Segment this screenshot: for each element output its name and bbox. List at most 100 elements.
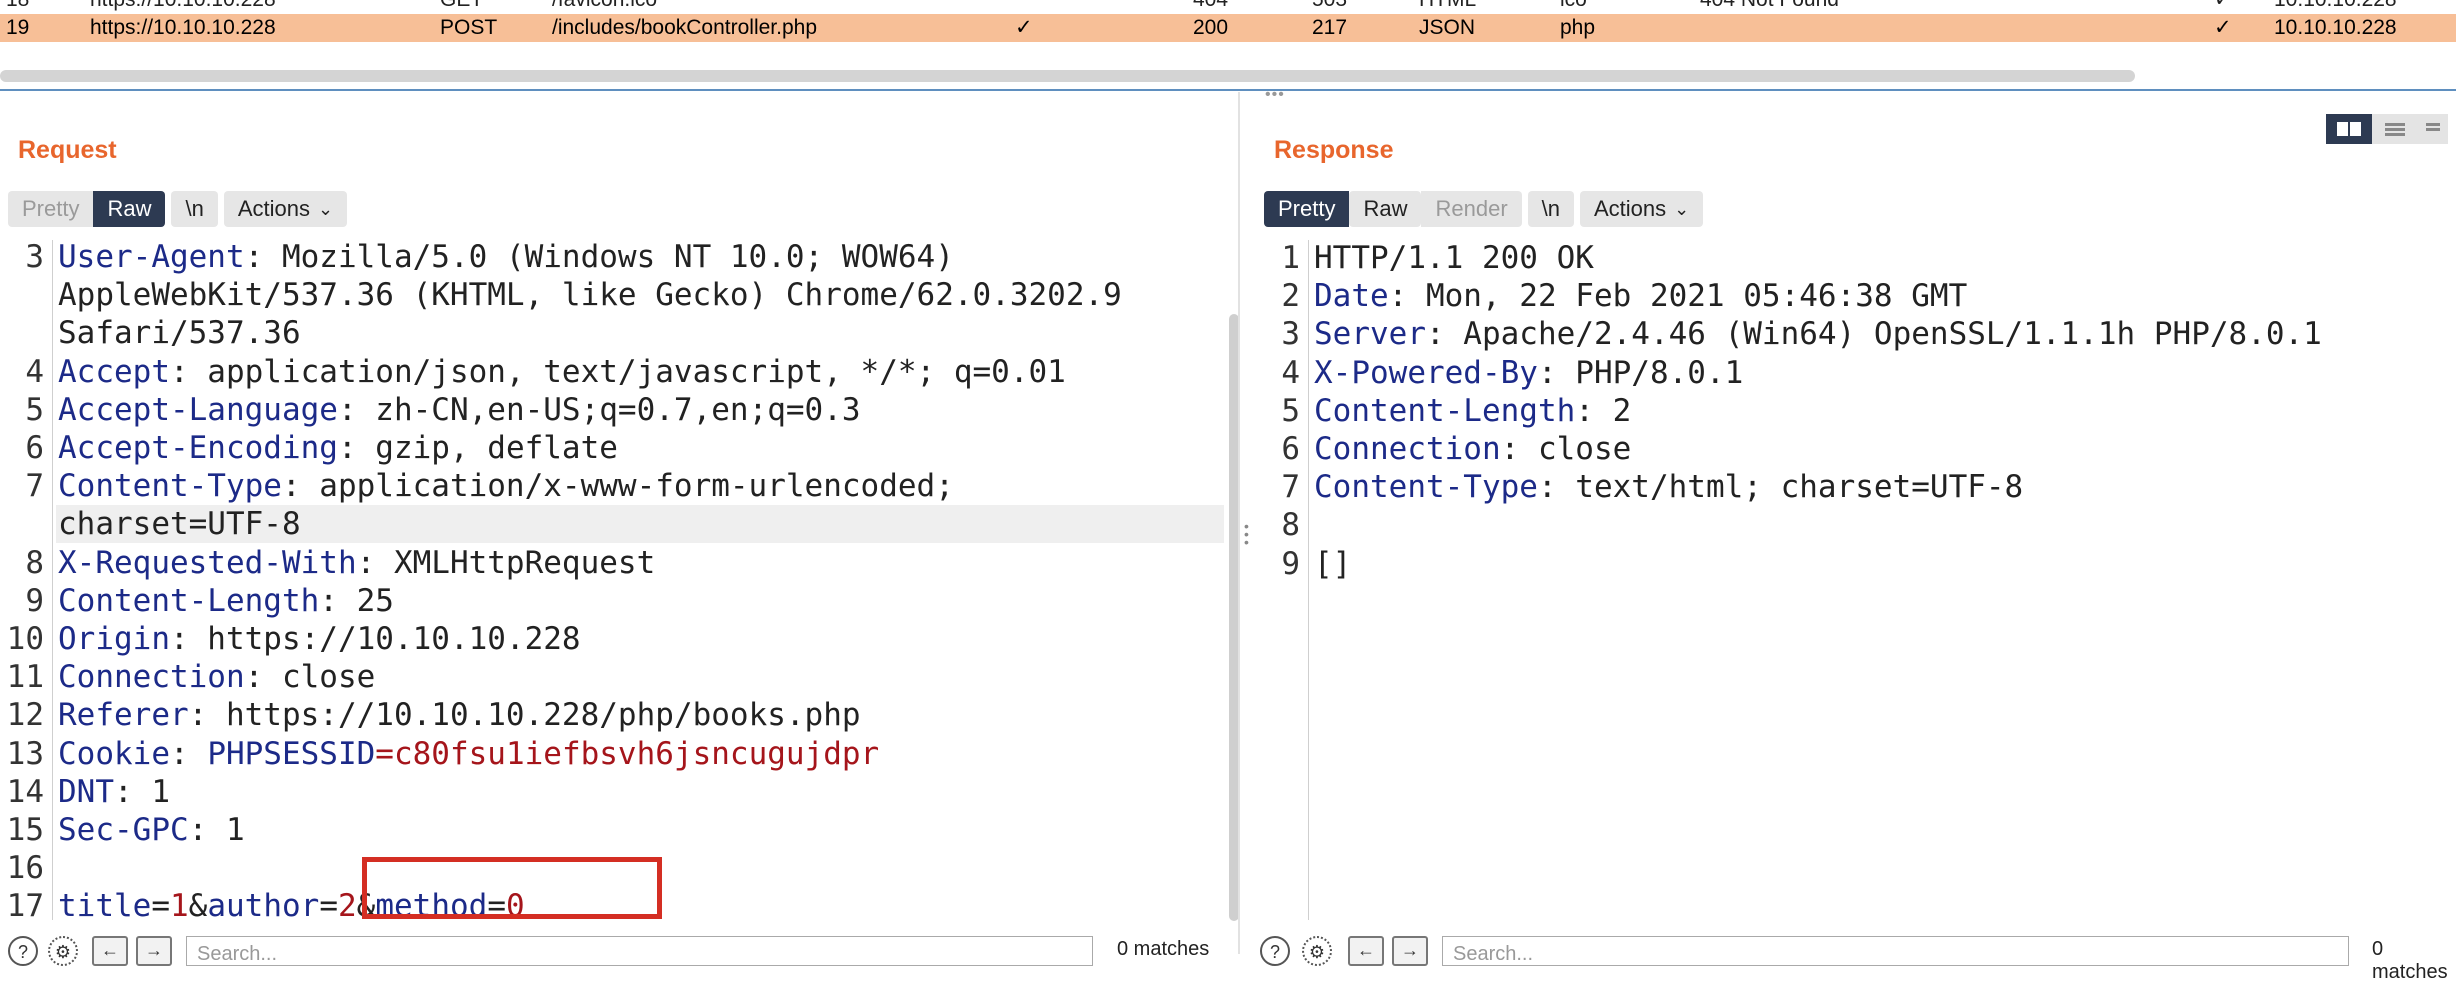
header-name: Origin [58,621,170,657]
request-title: Request [18,136,117,164]
header-value: : zh-CN,en-US;q=0.7,en;q=0.3 [337,392,861,428]
line-number: 3 [25,239,44,275]
row-length: 503 [1312,0,1347,14]
line-number: 16 [6,850,44,886]
response-search-input[interactable]: Search... [1442,936,2349,966]
request-search-input[interactable]: Search... [186,936,1093,966]
pane-divider[interactable] [1238,92,1240,954]
code-line: Accept-Language: zh-CN,en-US;q=0.7,en;q=… [58,391,861,429]
tab-render[interactable]: Render [1421,191,1522,227]
line-number: 13 [6,736,44,772]
row-number: 18 [6,0,29,14]
header-value: : 1 [188,812,245,848]
code-line: Sec-GPC: 1 [58,811,245,849]
code-line: Content-Type: text/html; charset=UTF-8 [1314,468,2023,506]
row-status: 404 [1193,0,1228,14]
actions-label: Actions [237,196,310,221]
header-name: Server [1314,316,1426,352]
back-arrow-icon[interactable]: ← [92,936,128,966]
row-tls: ✓ [2214,16,2232,39]
code-line: Content-Length: 25 [58,582,394,620]
line-number-gutter [1308,240,1309,920]
gear-icon[interactable]: ⚙ [48,936,78,966]
header-name: X-Powered-By [1314,355,1538,391]
side-by-side-layout-icon[interactable] [2326,114,2372,144]
line-number: 2 [1281,278,1300,314]
line-number: 7 [25,468,44,504]
code-line: Content-Length: 2 [1314,392,1631,430]
header-value: : https://10.10.10.228 [169,621,581,657]
help-icon[interactable]: ? [1260,936,1290,966]
code-line: Accept: application/json, text/javascrip… [58,353,1066,391]
header-name: Referer [58,697,189,733]
tab-pretty[interactable]: Pretty [1264,191,1350,227]
resize-handle-icon[interactable]: ••• [1265,86,1285,104]
newline-toggle[interactable]: \n [171,191,218,227]
forward-arrow-icon[interactable]: → [136,936,172,966]
forward-arrow-icon[interactable]: → [1392,936,1428,966]
header-name: Sec-GPC [58,812,189,848]
line-number: 9 [25,583,44,619]
param-separator: = [151,888,170,924]
header-name: Date [1314,278,1389,314]
code-line: Connection: close [1314,430,1631,468]
header-name: Accept [58,354,170,390]
tab-pretty[interactable]: Pretty [8,191,94,227]
tab-raw[interactable]: Raw [1349,191,1422,227]
code-line: Content-Type: application/x-www-form-url… [58,467,954,505]
line-number: 11 [6,659,44,695]
help-label: ? [1269,942,1280,962]
code-line: User-Agent: Mozilla/5.0 (Windows NT 10.0… [58,238,954,276]
newline-toggle[interactable]: \n [1527,191,1574,227]
header-value: : 1 [114,774,170,810]
actions-label: Actions [1594,196,1667,221]
tab-raw[interactable]: Raw [93,191,166,227]
stacked-layout-icon[interactable] [2372,114,2418,144]
actions-menu[interactable]: Actions ⌄ [1580,191,1704,227]
horizontal-scrollbar[interactable] [0,70,2135,82]
row-host: https://10.10.10.228 [90,16,276,39]
header-name: Cookie [58,736,170,772]
response-view-tabs: Pretty Raw Render \n Actions ⌄ [1264,191,1704,227]
body-param: 1 [170,888,189,924]
actions-menu[interactable]: Actions ⌄ [223,191,348,227]
code-line: charset=UTF-8 [58,505,301,543]
row-url: /favicon.ico [552,0,657,14]
line-number: 1 [1281,240,1300,276]
line-number: 9 [1281,546,1300,582]
line-text: AppleWebKit/537.36 (KHTML, like Gecko) C… [58,277,1122,313]
back-arrow-icon[interactable]: ← [1348,936,1384,966]
row-status: 200 [1193,16,1229,39]
row-extension: ico [1560,0,1587,14]
response-title: Response [1274,136,1394,164]
header-value: : gzip, deflate [337,430,618,466]
table-row-selected[interactable]: 19 https://10.10.10.228 POST /includes/b… [0,14,2456,42]
header-value: : Mon, 22 Feb 2021 05:46:38 GMT [1388,278,1968,314]
header-name: Content-Length [58,583,320,619]
line-number: 15 [6,812,44,848]
highlight-box [362,857,662,919]
row-ip: 10.10.10.228 [2274,0,2397,14]
line-number: 3 [1281,316,1300,352]
code-line: Connection: close [58,658,375,696]
code-line: X-Requested-With: XMLHttpRequest [58,544,655,582]
tabbed-layout-icon[interactable] [2418,114,2448,144]
help-label: ? [17,942,28,962]
help-icon[interactable]: ? [8,936,38,966]
header-value: : close [1500,431,1632,467]
line-number: 10 [6,621,44,657]
drag-handle-icon[interactable]: • • • [1244,519,1250,549]
line-number: 4 [25,354,44,390]
header-value: : application/json, text/javascript, */*… [169,354,1066,390]
row-length: 217 [1312,16,1348,39]
header-value: : text/html; charset=UTF-8 [1537,469,2024,505]
table-row[interactable]: 18 https://10.10.10.228 GET /favicon.ico… [0,0,2456,14]
header-name: Accept-Language [58,392,338,428]
code-line: Server: Apache/2.4.46 (Win64) OpenSSL/1.… [1314,315,2322,353]
gear-icon[interactable]: ⚙ [1302,936,1332,966]
header-value: : application/x-www-form-urlencoded; [281,468,954,504]
code-line: Cookie: PHPSESSID=c80fsu1iefbsvh6jsncugu… [58,735,879,773]
line-number: 7 [1281,469,1300,505]
header-value: : 2 [1575,393,1632,429]
line-number: 8 [1281,507,1300,543]
